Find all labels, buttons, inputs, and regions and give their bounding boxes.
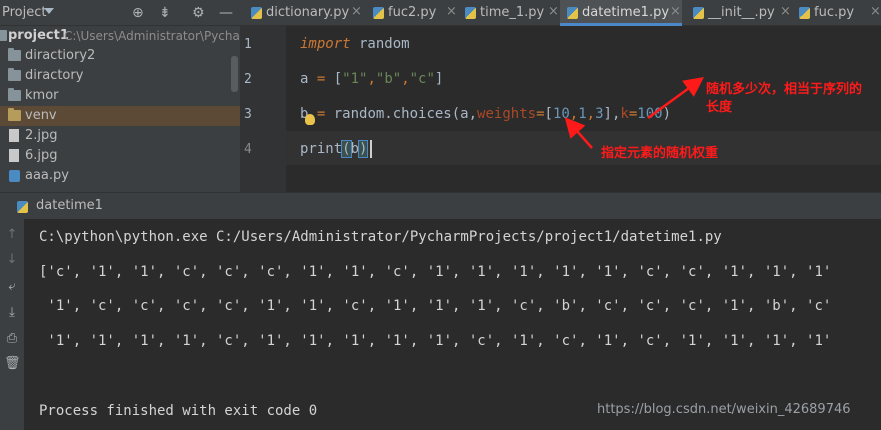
console-line: '1', 'c', 'c', 'c', 'c', '1', '1', 'c', … (39, 298, 832, 314)
print-icon[interactable]: ⎙ (4, 331, 20, 347)
trash-icon[interactable]: 🗑 (4, 356, 21, 372)
watermark: https://blog.csdn.net/weixin_42689746 (597, 402, 851, 417)
annotation-arrow-weights (564, 117, 593, 149)
run-tab-datetime1[interactable]: datetime1 (36, 198, 103, 213)
console-output[interactable] (24, 219, 881, 430)
python-file-icon (17, 201, 28, 213)
annotation-arrow-k (647, 77, 705, 120)
console-line: ['c', '1', '1', 'c', 'c', 'c', '1', '1',… (39, 264, 832, 280)
console-line: C:\python\python.exe C:/Users/Administra… (39, 229, 722, 245)
run-toolbar: ↑ ↓ ⤶ ⤓ ⎙ 🗑 (0, 219, 24, 430)
arrow-down-icon[interactable]: ↓ (4, 252, 20, 268)
console-line: Process finished with exit code 0 (39, 403, 318, 419)
scroll-to-end-icon[interactable]: ⤓ (4, 305, 20, 321)
annotation-weights-text: 指定元素的随机权重 (601, 146, 719, 161)
soft-wrap-icon[interactable]: ⤶ (4, 279, 20, 295)
arrow-up-icon[interactable]: ↑ (4, 227, 20, 243)
annotation-k-text: 随机多少次，相当于序列的 (706, 82, 863, 97)
run-panel-header: datetime1 (0, 192, 881, 219)
console-line: '1', '1', '1', '1', 'c', '1', '1', '1', … (39, 333, 832, 349)
annotation-k-text-2: 长度 (706, 100, 733, 115)
